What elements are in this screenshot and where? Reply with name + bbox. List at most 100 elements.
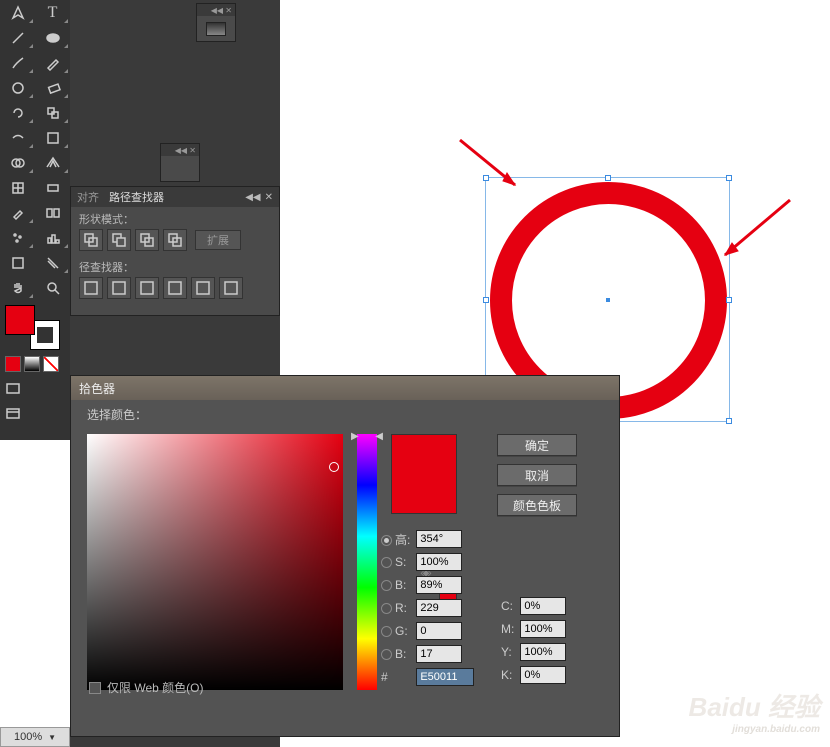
color-mode-swatch[interactable]	[5, 356, 21, 372]
blue-radio[interactable]	[381, 649, 392, 660]
toolbox: T	[0, 0, 70, 440]
cyan-input[interactable]: 0%	[520, 597, 566, 615]
green-input[interactable]: 0	[416, 622, 462, 640]
hue-slider[interactable]: ▶◀	[357, 434, 377, 690]
mini-panel-header[interactable]: ◀◀ ✕	[161, 144, 199, 156]
yellow-label: Y:	[501, 645, 514, 659]
cancel-button[interactable]: 取消	[497, 464, 577, 486]
pf-crop-button[interactable]	[163, 277, 187, 299]
shape-exclude-button[interactable]	[163, 229, 187, 251]
gradient-tool[interactable]	[35, 175, 70, 200]
brightness-radio[interactable]	[381, 580, 392, 591]
ellipse-tool[interactable]	[35, 25, 70, 50]
saturation-radio[interactable]	[381, 557, 392, 568]
color-picker-dialog: 拾色器 选择颜色： ▶◀ ◈ 确定 取消 颜色色板 高: 354° S: 100…	[70, 375, 620, 737]
gradient-mode-swatch[interactable]	[24, 356, 40, 372]
perspective-grid-tool[interactable]	[35, 150, 70, 175]
shape-intersect-button[interactable]	[135, 229, 159, 251]
dialog-title: 拾色器	[71, 376, 619, 400]
pf-trim-button[interactable]	[107, 277, 131, 299]
saturation-input[interactable]: 100%	[416, 553, 462, 571]
web-only-checkbox[interactable]	[89, 682, 101, 694]
resize-handle[interactable]	[483, 297, 489, 303]
pencil-tool[interactable]	[35, 50, 70, 75]
artboard-tool[interactable]	[0, 250, 35, 275]
color-field[interactable]	[87, 434, 343, 690]
hue-radio[interactable]	[381, 535, 392, 546]
panel-collapse-icon[interactable]: ◀◀✕	[245, 192, 273, 203]
hue-input[interactable]: 354°	[416, 530, 462, 548]
annotation-arrow	[455, 135, 535, 205]
shape-unite-button[interactable]	[79, 229, 103, 251]
pen-tool[interactable]	[0, 0, 35, 25]
screen-mode-button[interactable]	[5, 381, 65, 400]
symbol-sprayer-tool[interactable]	[0, 225, 35, 250]
red-input[interactable]: 229	[416, 599, 462, 617]
none-mode-swatch[interactable]	[43, 356, 59, 372]
yellow-input[interactable]: 100%	[520, 643, 566, 661]
pf-merge-button[interactable]	[135, 277, 159, 299]
width-tool[interactable]	[0, 125, 35, 150]
type-tool[interactable]: T	[35, 0, 70, 25]
blue-input[interactable]: 17	[416, 645, 462, 663]
red-radio[interactable]	[381, 603, 392, 614]
shape-mode-label: 形状模式：	[79, 214, 134, 226]
fill-stroke-swatches[interactable]	[5, 305, 65, 350]
mesh-tool[interactable]	[0, 175, 35, 200]
shape-minus-front-button[interactable]	[107, 229, 131, 251]
web-only-label: 仅限 Web 颜色(O)	[107, 679, 203, 696]
free-transform-tool[interactable]	[35, 125, 70, 150]
watermark: Baidu 经验 jingyan.baidu.com	[689, 687, 820, 735]
resize-handle[interactable]	[726, 418, 732, 424]
resize-handle[interactable]	[726, 297, 732, 303]
black-input[interactable]: 0%	[520, 666, 566, 684]
change-screen-mode-button[interactable]	[5, 406, 65, 425]
brightness-input[interactable]: 89%	[416, 576, 462, 594]
select-color-label: 选择颜色：	[87, 406, 147, 423]
mini-panel[interactable]: ◀◀ ✕	[160, 143, 200, 182]
magenta-label: M:	[501, 622, 514, 636]
resize-handle[interactable]	[605, 175, 611, 181]
slice-tool[interactable]	[35, 250, 70, 275]
rotate-tool[interactable]	[0, 100, 35, 125]
cyan-label: C:	[501, 599, 514, 613]
black-label: K:	[501, 668, 514, 682]
magenta-input[interactable]: 100%	[520, 620, 566, 638]
zoom-tool[interactable]	[35, 275, 70, 300]
pf-minus-back-button[interactable]	[219, 277, 243, 299]
hex-prefix: #	[381, 670, 410, 684]
color-preview	[391, 434, 457, 514]
scale-tool[interactable]	[35, 100, 70, 125]
pathfinder-panel: 对齐 路径查找器 ◀◀✕ 形状模式： 扩展 径查找器：	[70, 186, 280, 316]
zoom-level[interactable]: 100% ▼	[0, 727, 70, 747]
blob-brush-tool[interactable]	[0, 75, 35, 100]
expand-button[interactable]: 扩展	[195, 230, 241, 250]
color-swatches-button[interactable]: 颜色色板	[497, 494, 577, 516]
color-field-cursor	[329, 462, 339, 472]
gradient-swatch-icon[interactable]	[206, 22, 226, 36]
tab-pathfinder[interactable]: 路径查找器	[109, 189, 164, 205]
pf-outline-button[interactable]	[191, 277, 215, 299]
eraser-tool[interactable]	[35, 75, 70, 100]
hex-input[interactable]: E50011	[416, 668, 474, 686]
hand-tool[interactable]	[0, 275, 35, 300]
line-segment-tool[interactable]	[0, 25, 35, 50]
tab-align[interactable]: 对齐	[77, 189, 99, 205]
mini-panel-header[interactable]: ◀◀ ✕	[197, 4, 235, 16]
chevron-down-icon: ▼	[48, 733, 56, 742]
annotation-arrow	[710, 195, 800, 275]
mini-panel[interactable]: ◀◀ ✕	[196, 3, 236, 42]
blend-tool[interactable]	[35, 200, 70, 225]
ok-button[interactable]: 确定	[497, 434, 577, 456]
panel-tabs: 对齐 路径查找器 ◀◀✕	[71, 187, 279, 207]
resize-handle[interactable]	[726, 175, 732, 181]
eyedropper-tool[interactable]	[0, 200, 35, 225]
pathfinders-label: 径查找器：	[79, 262, 134, 274]
column-graph-tool[interactable]	[35, 225, 70, 250]
shape-builder-tool[interactable]	[0, 150, 35, 175]
fill-swatch[interactable]	[5, 305, 35, 335]
center-point	[606, 298, 610, 302]
pf-divide-button[interactable]	[79, 277, 103, 299]
green-radio[interactable]	[381, 626, 392, 637]
paintbrush-tool[interactable]	[0, 50, 35, 75]
